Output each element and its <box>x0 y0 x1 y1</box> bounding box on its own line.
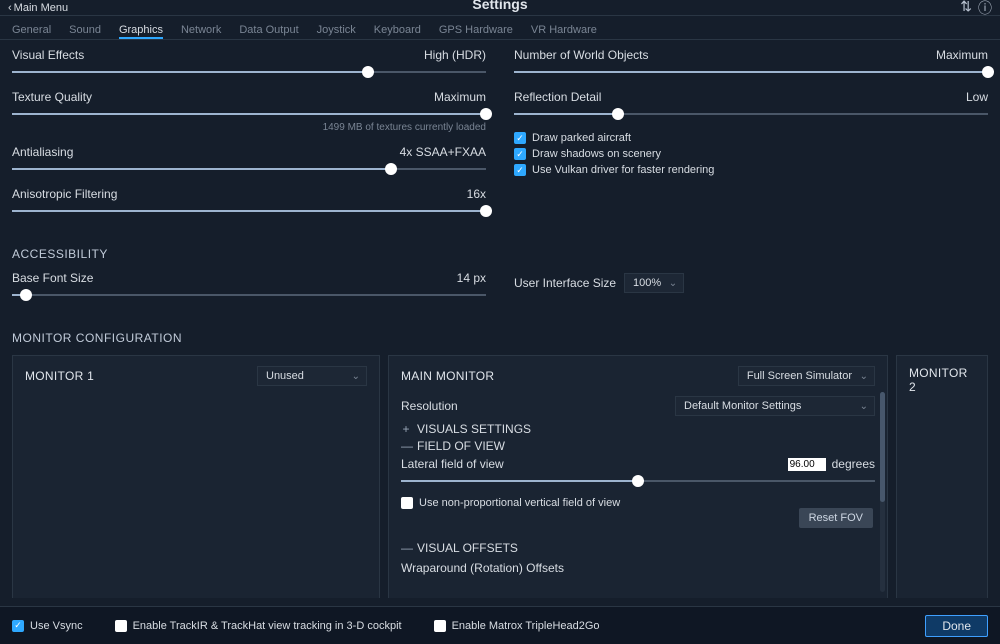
use-vulkan-driver-for-faster-rendering-label: Use Vulkan driver for faster rendering <box>532 164 714 176</box>
use-vulkan-driver-for-faster-rendering-checkbox[interactable] <box>514 164 526 176</box>
tab-graphics[interactable]: Graphics <box>119 24 163 39</box>
matrox-checkbox[interactable] <box>434 620 446 632</box>
visual-effects-value: High (HDR) <box>424 48 486 62</box>
topbar-actions: ⇅ ⓘ <box>960 0 992 18</box>
monitor-1-mode-dropdown[interactable]: Unused ⌄ <box>257 366 367 386</box>
tab-gps-hardware[interactable]: GPS Hardware <box>439 24 513 39</box>
nonprop-fov-checkbox[interactable] <box>401 497 413 509</box>
settings-window: ‹ Main Menu Settings ⇅ ⓘ General Sound Gra… <box>0 0 1000 644</box>
base-font-size-value: 14 px <box>457 271 486 285</box>
resolution-label: Resolution <box>401 399 458 413</box>
back-to-main-menu[interactable]: ‹ Main Menu <box>8 2 68 14</box>
monitor-2-panel: MONITOR 2 <box>896 355 988 598</box>
done-button[interactable]: Done <box>925 615 988 637</box>
minus-icon: — <box>401 439 411 453</box>
accessibility-heading: ACCESSIBILITY <box>12 247 988 261</box>
tab-data-output[interactable]: Data Output <box>239 24 298 39</box>
reset-fov-button[interactable]: Reset FOV <box>799 508 873 528</box>
plus-icon: + <box>401 422 411 436</box>
chevron-down-icon: ⌄ <box>352 371 360 382</box>
antialiasing-label: Antialiasing <box>12 145 73 159</box>
texture-quality-value: Maximum <box>434 90 486 104</box>
field-of-view-expander[interactable]: — FIELD OF VIEW <box>401 439 875 453</box>
graphics-tab-content: Visual Effects High (HDR) Texture Quality M… <box>0 40 1000 598</box>
reflection-detail-label: Reflection Detail <box>514 90 601 104</box>
visual-effects-slider[interactable]: Visual Effects High (HDR) <box>12 48 486 78</box>
monitor-1-panel: MONITOR 1 Unused ⌄ <box>12 355 380 598</box>
minus-icon: — <box>401 541 411 555</box>
page-title: Settings <box>0 0 1000 12</box>
main-monitor-title: MAIN MONITOR <box>401 369 494 383</box>
tab-network[interactable]: Network <box>181 24 221 39</box>
trackir-label: Enable TrackIR & TrackHat view tracking … <box>133 620 402 632</box>
resolution-dropdown[interactable]: Default Monitor Settings ⌄ <box>675 396 875 416</box>
antialiasing-value: 4x SSAA+FXAA <box>400 145 486 159</box>
degrees-label: degrees <box>832 457 875 471</box>
tab-vr-hardware[interactable]: VR Hardware <box>531 24 597 39</box>
settings-toggle-icon[interactable]: ⇅ <box>960 0 972 18</box>
reflection-detail-slider[interactable]: Reflection Detail Low <box>514 90 988 120</box>
lateral-fov-input[interactable] <box>788 458 826 471</box>
vsync-label: Use Vsync <box>30 620 83 632</box>
ui-size-dropdown[interactable]: 100% ⌄ <box>624 273 684 293</box>
anisotropic-filtering-value: 16x <box>467 187 486 201</box>
visuals-settings-expander[interactable]: + VISUALS SETTINGS <box>401 422 875 436</box>
texture-quality-slider[interactable]: Texture Quality Maximum 1499 MB of texture… <box>12 90 486 133</box>
main-monitor-panel: MAIN MONITOR Full Screen Simulator ⌄ Res… <box>388 355 888 598</box>
graphics-right-column: Number of World Objects Maximum Reflection… <box>514 48 988 229</box>
tab-keyboard[interactable]: Keyboard <box>374 24 421 39</box>
matrox-label: Enable Matrox TripleHead2Go <box>452 620 600 632</box>
texture-quality-label: Texture Quality <box>12 90 92 104</box>
visual-effects-label: Visual Effects <box>12 48 84 62</box>
reflection-detail-value: Low <box>966 90 988 104</box>
monitor-1-title: MONITOR 1 <box>25 369 94 383</box>
number-of-world-objects-label: Number of World Objects <box>514 48 649 62</box>
chevron-left-icon: ‹ <box>8 2 12 14</box>
main-monitor-mode-dropdown[interactable]: Full Screen Simulator ⌄ <box>738 366 875 386</box>
nonprop-fov-label: Use non-proportional vertical field of v… <box>419 497 620 509</box>
texture-quality-hint: 1499 MB of textures currently loaded <box>12 122 486 133</box>
trackir-checkbox[interactable] <box>115 620 127 632</box>
draw-parked-aircraft-label: Draw parked aircraft <box>532 132 631 144</box>
draw-shadows-on-scenery-label: Draw shadows on scenery <box>532 148 661 160</box>
draw-shadows-on-scenery-checkbox[interactable] <box>514 148 526 160</box>
monitor-2-title: MONITOR 2 <box>909 366 975 394</box>
number-of-world-objects-slider[interactable]: Number of World Objects Maximum <box>514 48 988 78</box>
visual-offsets-expander[interactable]: — VISUAL OFFSETS <box>401 541 875 555</box>
tab-joystick[interactable]: Joystick <box>317 24 356 39</box>
wraparound-offsets-label: Wraparound (Rotation) Offsets <box>401 561 875 575</box>
tab-sound[interactable]: Sound <box>69 24 101 39</box>
ui-size-label: User Interface Size <box>514 276 616 290</box>
base-font-size-slider[interactable]: Base Font Size 14 px <box>12 271 486 301</box>
top-bar: ‹ Main Menu Settings ⇅ ⓘ <box>0 0 1000 16</box>
chevron-down-icon: ⌄ <box>669 278 677 289</box>
main-monitor-scrollbar[interactable] <box>880 392 885 592</box>
anisotropic-filtering-label: Anisotropic Filtering <box>12 187 117 201</box>
chevron-down-icon: ⌄ <box>860 371 868 382</box>
graphics-sliders-left: Visual Effects High (HDR) Texture Quality M… <box>12 48 486 229</box>
monitor-config-heading: MONITOR CONFIGURATION <box>12 331 988 345</box>
number-of-world-objects-value: Maximum <box>936 48 988 62</box>
help-icon[interactable]: ⓘ <box>978 0 992 18</box>
chevron-down-icon: ⌄ <box>860 401 868 412</box>
vsync-checkbox[interactable] <box>12 620 24 632</box>
settings-tabs: General Sound Graphics Network Data Output Jo… <box>0 16 1000 40</box>
tab-general[interactable]: General <box>12 24 51 39</box>
anisotropic-filtering-slider[interactable]: Anisotropic Filtering 16x <box>12 187 486 217</box>
footer-bar: Use Vsync Enable TrackIR & TrackHat view… <box>0 606 1000 644</box>
back-label: Main Menu <box>14 2 68 14</box>
antialiasing-slider[interactable]: Antialiasing 4x SSAA+FXAA <box>12 145 486 175</box>
base-font-size-label: Base Font Size <box>12 271 93 285</box>
lateral-fov-label: Lateral field of view <box>401 457 504 471</box>
lateral-fov-slider[interactable] <box>401 475 875 487</box>
draw-parked-aircraft-checkbox[interactable] <box>514 132 526 144</box>
